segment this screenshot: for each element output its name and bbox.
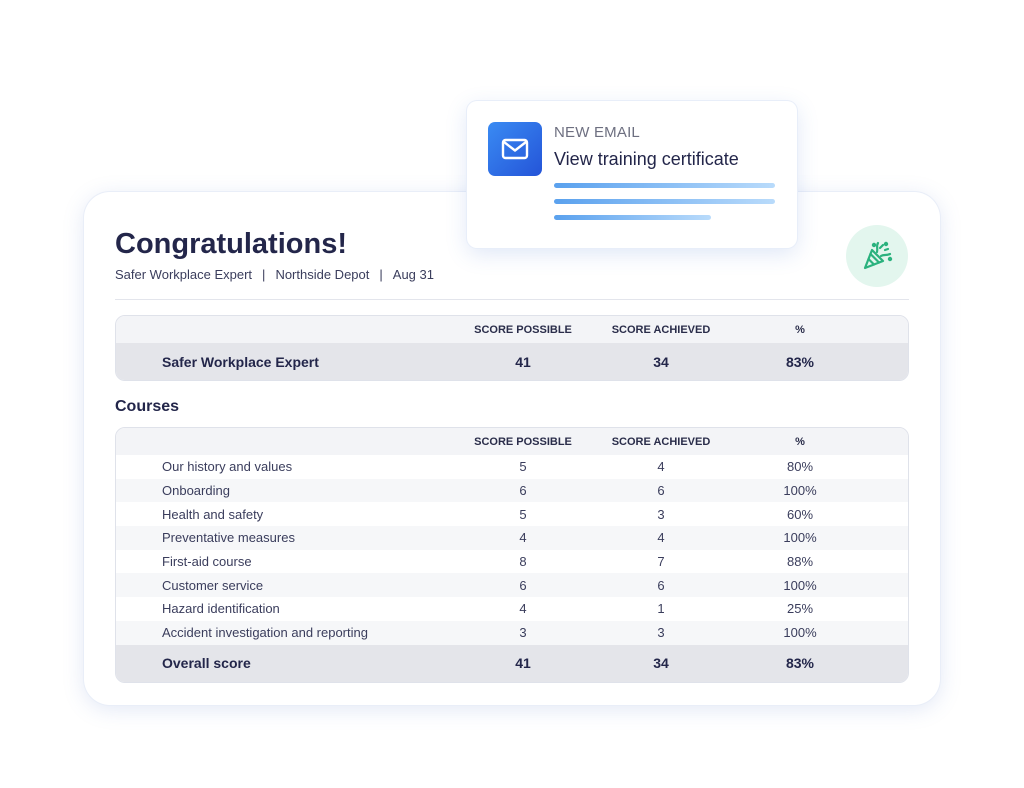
score-percent: 100% (783, 577, 817, 593)
score-possible: 8 (519, 554, 527, 570)
column-header-percent: % (795, 435, 805, 448)
course-name: Onboarding (162, 483, 230, 499)
program-row-name: Safer Workplace Expert (162, 353, 319, 370)
preview-line (554, 183, 775, 188)
score-possible: 6 (519, 577, 527, 593)
table-header-row: SCORE POSSIBLE SCORE ACHIEVED % (116, 428, 908, 455)
program-name: Safer Workplace Expert (115, 267, 253, 282)
overall-score-row: Overall score 41 34 83% (116, 644, 908, 682)
score-achieved: 4 (657, 459, 665, 475)
score-percent: 88% (786, 554, 814, 570)
score-percent: 83% (785, 353, 815, 370)
table-row: Onboarding 6 6 100% (116, 478, 908, 503)
column-header-score-achieved: SCORE ACHIEVED (611, 435, 711, 448)
table-row: Our history and values 5 4 80% (116, 455, 908, 479)
course-name: Customer service (162, 577, 264, 593)
score-achieved: 4 (657, 530, 665, 546)
table-row: Preventative measures 4 4 100% (116, 526, 908, 550)
score-percent: 100% (783, 625, 817, 641)
table-row: First-aid course 8 7 88% (116, 550, 908, 574)
score-percent: 100% (783, 483, 817, 499)
courses-table: SCORE POSSIBLE SCORE ACHIEVED % Our hist… (115, 427, 909, 683)
score-percent: 100% (783, 530, 817, 546)
divider (115, 299, 909, 300)
table-header-row: SCORE POSSIBLE SCORE ACHIEVED % (116, 316, 908, 343)
course-name: Our history and values (162, 459, 293, 475)
score-possible: 5 (519, 506, 527, 522)
envelope-icon (488, 122, 542, 176)
score-percent: 25% (786, 601, 814, 617)
score-percent: 60% (786, 506, 814, 522)
preview-line (554, 199, 775, 204)
course-name: Health and safety (162, 506, 264, 522)
summary-table: SCORE POSSIBLE SCORE ACHIEVED % Safer Wo… (115, 315, 909, 381)
meta-separator: | (262, 267, 266, 282)
overall-score-label: Overall score (162, 655, 251, 671)
score-possible: 3 (519, 625, 527, 641)
table-row: Hazard identification 4 1 25% (116, 597, 908, 621)
score-possible: 41 (515, 655, 531, 671)
meta-separator: | (379, 267, 383, 282)
score-achieved: 6 (657, 577, 665, 593)
notification-label: NEW EMAIL (554, 124, 640, 141)
column-header-score-achieved: SCORE ACHIEVED (611, 323, 711, 336)
score-possible: 5 (519, 459, 527, 475)
location-name: Northside Depot (275, 267, 370, 282)
score-possible: 41 (515, 353, 531, 370)
column-header-percent: % (795, 323, 805, 336)
score-achieved: 34 (653, 655, 669, 671)
completion-date: Aug 31 (392, 267, 434, 282)
table-row: Health and safety 5 3 60% (116, 502, 908, 526)
course-name: Accident investigation and reporting (162, 625, 368, 641)
score-possible: 6 (519, 483, 527, 499)
email-subject: View training certificate (554, 149, 739, 169)
column-header-score-possible: SCORE POSSIBLE (474, 435, 572, 448)
course-name: Preventative measures (162, 530, 295, 546)
column-header-score-possible: SCORE POSSIBLE (474, 323, 572, 336)
score-achieved: 3 (657, 506, 665, 522)
score-achieved: 3 (657, 625, 665, 641)
results-meta: Safer Workplace Expert | Northside Depot | A… (115, 267, 434, 282)
party-popper-icon (846, 225, 908, 287)
course-name: Hazard identification (162, 601, 280, 617)
score-possible: 4 (519, 601, 527, 617)
score-percent: 83% (785, 655, 815, 671)
table-row: Accident investigation and reporting 3 3… (116, 620, 908, 645)
new-email-notification[interactable]: NEW EMAIL View training certificate (467, 101, 797, 248)
score-percent: 80% (786, 459, 814, 475)
score-achieved: 7 (657, 554, 665, 570)
page-title: Congratulations! (115, 228, 347, 260)
table-row: Customer service 6 6 100% (116, 573, 908, 598)
score-possible: 4 (519, 530, 527, 546)
courses-heading: Courses (115, 398, 180, 415)
preview-line (554, 215, 711, 220)
results-card: Congratulations! Safer Workplace Expert |… (84, 192, 940, 705)
table-row: Safer Workplace Expert 41 34 83% (116, 343, 908, 380)
score-achieved: 6 (657, 483, 665, 499)
score-achieved: 1 (657, 601, 665, 617)
score-achieved: 34 (653, 353, 669, 370)
course-name: First-aid course (162, 554, 252, 570)
